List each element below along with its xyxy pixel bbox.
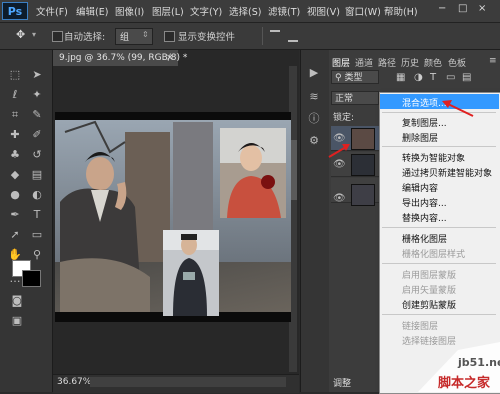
annotation-arrows [328,100,474,158]
watermark-line1: jb51.net [458,356,500,369]
arrow-to-layer-thumbnail [328,144,350,158]
arrow-to-blending-options [442,100,474,117]
watermark-line2: 脚本之家 [438,376,491,391]
watermark: jb51.net 脚本之家 [418,342,500,392]
